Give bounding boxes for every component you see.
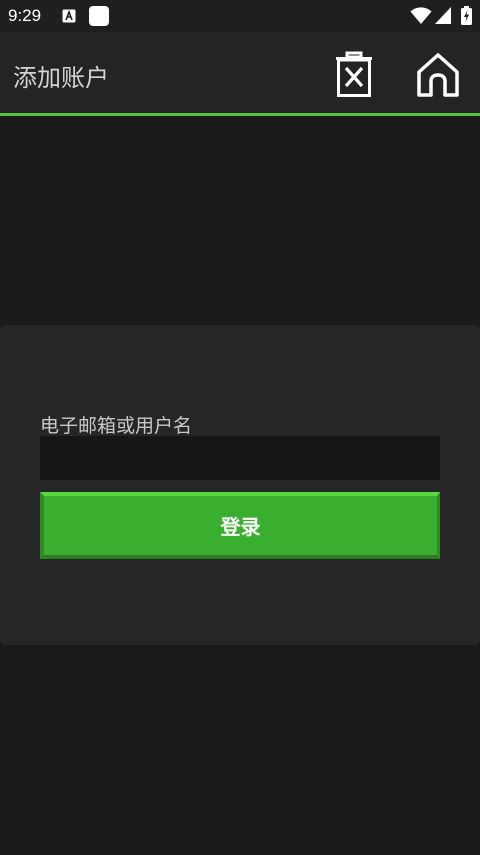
battery-icon bbox=[461, 6, 472, 25]
delete-icon bbox=[336, 51, 372, 97]
status-time: 9:29 bbox=[8, 6, 42, 25]
app-bar: 添加账户 bbox=[0, 32, 480, 113]
wifi-icon bbox=[410, 7, 432, 24]
home-icon bbox=[417, 53, 459, 97]
login-button[interactable]: 登录 bbox=[40, 492, 440, 559]
page-title: 添加账户 bbox=[13, 64, 109, 92]
signal-icon bbox=[435, 7, 451, 24]
username-input[interactable] bbox=[40, 436, 440, 480]
a-icon bbox=[62, 9, 76, 23]
status-bar: 9:29 bbox=[0, 0, 480, 32]
login-button-label: 登录 bbox=[220, 515, 261, 539]
login-card: 电子邮箱或用户名 登录 bbox=[0, 325, 480, 645]
username-field-label: 电子邮箱或用户名 bbox=[40, 415, 193, 437]
delete-button[interactable] bbox=[331, 50, 377, 100]
square-icon bbox=[89, 6, 109, 26]
screen: 9:29 添加账户 电子邮箱或用户名 登录 bbox=[0, 0, 480, 855]
home-button[interactable] bbox=[415, 50, 461, 100]
app-bar-accent-line bbox=[0, 113, 480, 116]
